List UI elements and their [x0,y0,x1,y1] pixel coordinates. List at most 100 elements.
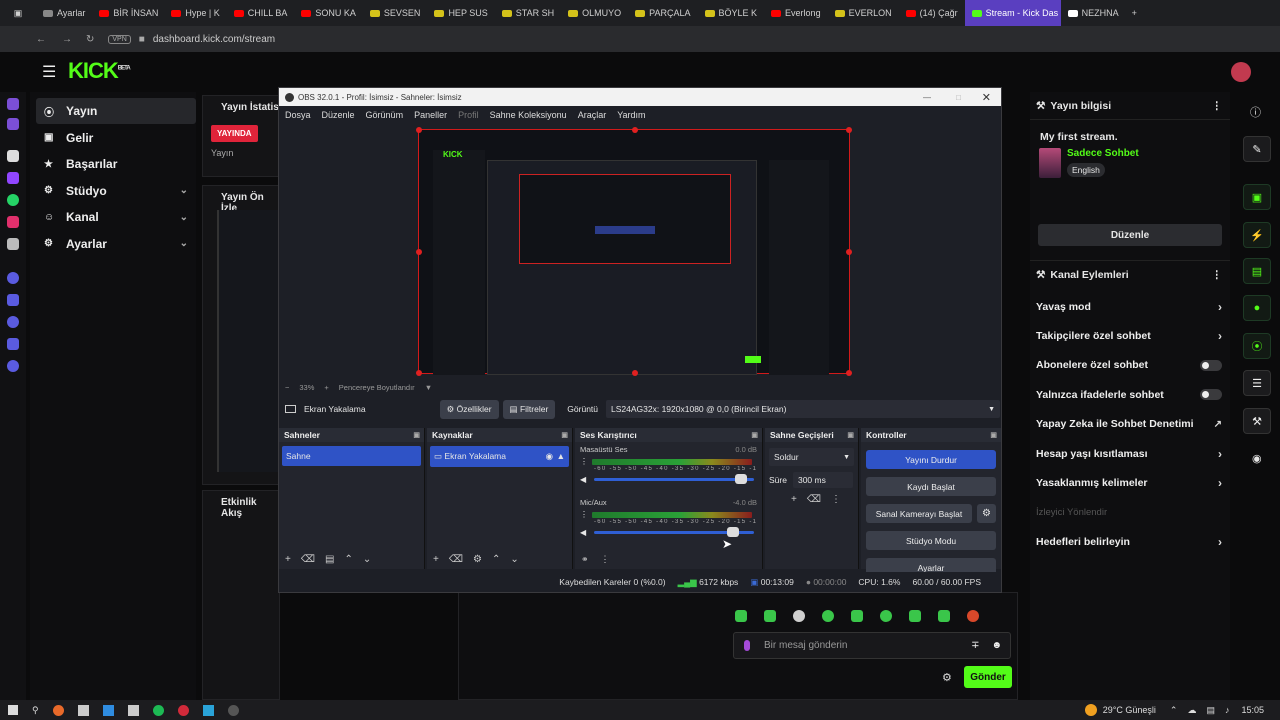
nav-item[interactable]: ⚙ Stüdyo ⌄ [36,178,196,204]
broadcast-icon[interactable]: ⦿ [1243,333,1271,359]
browser-tab[interactable]: SONU KA [294,0,363,26]
handle[interactable] [846,127,852,133]
chat-settings-icon[interactable]: ⚙ [942,671,952,684]
category-name[interactable]: Sadece Sohbet [1067,148,1139,159]
popout-icon[interactable]: ▣ [751,431,758,439]
wrench-icon[interactable]: ⚒ [1243,408,1271,434]
toggle-switch[interactable] [1200,389,1222,401]
fit-window-label[interactable]: Pencereye Boyutlandır [339,383,415,392]
properties-button[interactable]: ⚙ Özellikler [439,399,499,419]
handle[interactable] [632,370,638,376]
channel-action[interactable]: Abonelere özel sohbet [1030,351,1230,380]
sidebar-app-icon[interactable] [7,150,19,162]
handle[interactable] [846,249,852,255]
sidebar-app-icon[interactable] [7,360,19,372]
new-tab-button[interactable]: + [1132,8,1137,18]
weather-icon[interactable] [1084,704,1097,716]
kick-logo[interactable]: KICKBETA [68,58,131,84]
volume-slider[interactable] [594,474,754,484]
browser-tab[interactable]: SEVSEN [363,0,428,26]
browser-tab[interactable]: OLMUYO [561,0,628,26]
emote-icon[interactable] [822,610,834,622]
nav-item[interactable]: ⚙ Ayarlar ⌄ [36,231,196,257]
sidebar-app-icon[interactable] [7,238,19,250]
clock[interactable]: 15:05 [1241,705,1264,715]
nav-item[interactable]: ★ Başarılar [36,151,196,177]
taskbar-app-icon[interactable] [177,704,189,716]
move-down-icon[interactable]: ⌄ [510,554,518,565]
more-icon[interactable]: ⋮ [601,554,610,565]
cloud-icon[interactable]: ☁ [1187,705,1196,716]
volume-slider-knob[interactable] [727,527,740,537]
popout-icon[interactable]: ▣ [990,431,997,439]
channel-action[interactable]: Hesap yaşı kısıtlaması › [1030,439,1230,468]
channel-action[interactable]: Yasaklanmış kelimeler › [1030,468,1230,497]
channel-action[interactable]: Hedefleri belirleyin › [1030,527,1230,556]
focus-icon[interactable]: ▣ [1243,184,1271,210]
sidebar-app-icon[interactable] [7,316,19,328]
channel-action[interactable]: Yavaş mod › [1030,292,1230,321]
url-text[interactable]: dashboard.kick.com/stream [153,34,275,45]
transition-select[interactable]: Soldur ▼ [769,448,854,466]
volume-slider[interactable] [594,527,754,537]
sidebar-app-icon[interactable] [7,272,19,284]
add-icon[interactable]: + [433,554,439,565]
obs-menu-item[interactable]: Görünüm [366,110,404,120]
channel-action[interactable]: Yalnızca ifadelerle sohbet [1030,380,1230,409]
emote-icon[interactable] [967,610,979,622]
nav-item[interactable]: ☺ Kanal ⌄ [36,204,196,230]
search-icon[interactable]: ⚲ [32,705,39,716]
taskbar-app-icon[interactable] [127,704,139,716]
sidebar-app-icon[interactable] [7,338,19,350]
nav-item[interactable]: ⦿ Yayın [36,98,196,124]
send-button[interactable]: Gönder [964,666,1012,688]
gear-icon[interactable]: ⚙ [473,554,482,565]
more-icon[interactable]: ⋮ [580,457,588,466]
add-icon[interactable]: + [285,554,291,565]
popout-icon[interactable]: ▣ [847,431,854,439]
lightning-icon[interactable]: ⚡ [1243,222,1271,248]
avatar[interactable] [1231,62,1251,82]
info-icon[interactable]: ⓘ [1250,104,1261,120]
taskbar-app-icon[interactable] [152,704,164,716]
popout-icon[interactable]: ▣ [561,431,568,439]
category-thumbnail[interactable] [1039,148,1061,178]
filter-icon[interactable]: ▤ [325,554,334,565]
zoom-in-icon[interactable]: + [324,383,328,392]
browser-tab[interactable]: NEZHNA [1061,0,1126,26]
scene-item[interactable]: Sahne [282,446,421,466]
move-up-icon[interactable]: ⌃ [492,554,500,565]
edit-button[interactable]: Düzenle [1038,224,1222,246]
toggle-switch[interactable] [1200,359,1222,371]
sidebar-app-icon[interactable] [7,118,19,130]
move-up-icon[interactable]: ⌃ [344,554,352,565]
volume-slider-knob[interactable] [734,474,747,484]
trash-icon[interactable]: ⌫ [807,494,821,505]
browser-tab[interactable]: PARÇALA [628,0,697,26]
browser-tab[interactable]: Everlong [764,0,828,26]
network-icon[interactable]: ▤ [1206,705,1215,716]
obs-menu-item[interactable]: Yardım [617,110,645,120]
browser-tab[interactable]: BİR İNSAN [92,0,164,26]
windows-icon[interactable] [8,705,18,715]
vpn-badge[interactable]: VPN [108,34,131,44]
mic-icon[interactable] [744,640,750,651]
emote-icon[interactable] [764,610,776,622]
more-icon[interactable]: ⋮ [1212,269,1223,281]
obs-menu-item[interactable]: Düzenle [322,110,355,120]
taskbar-app-icon[interactable] [52,704,64,716]
menu-icon[interactable]: ☰ [42,62,56,82]
nav-item[interactable]: ▣ Gelir [36,125,196,151]
chat-icon[interactable]: ● [1243,295,1271,321]
handle[interactable] [416,249,422,255]
reload-icon[interactable]: ↻ [86,34,94,45]
weather-text[interactable]: 29°C Güneşli [1103,705,1156,715]
back-icon[interactable]: ← [36,34,46,45]
obs-menu-item[interactable]: Dosya [285,110,311,120]
control-button[interactable]: Yayını Durdur [866,450,996,469]
display-select[interactable]: LS24AG32x: 1920x1080 @ 0,0 (Birincil Ekr… [606,400,1001,418]
obs-menu-item[interactable]: Profil [458,110,479,120]
chevron-down-icon[interactable]: ▼ [425,383,432,392]
obs-menu-item[interactable]: Paneller [414,110,447,120]
control-button[interactable]: Kaydı Başlat [866,477,996,496]
